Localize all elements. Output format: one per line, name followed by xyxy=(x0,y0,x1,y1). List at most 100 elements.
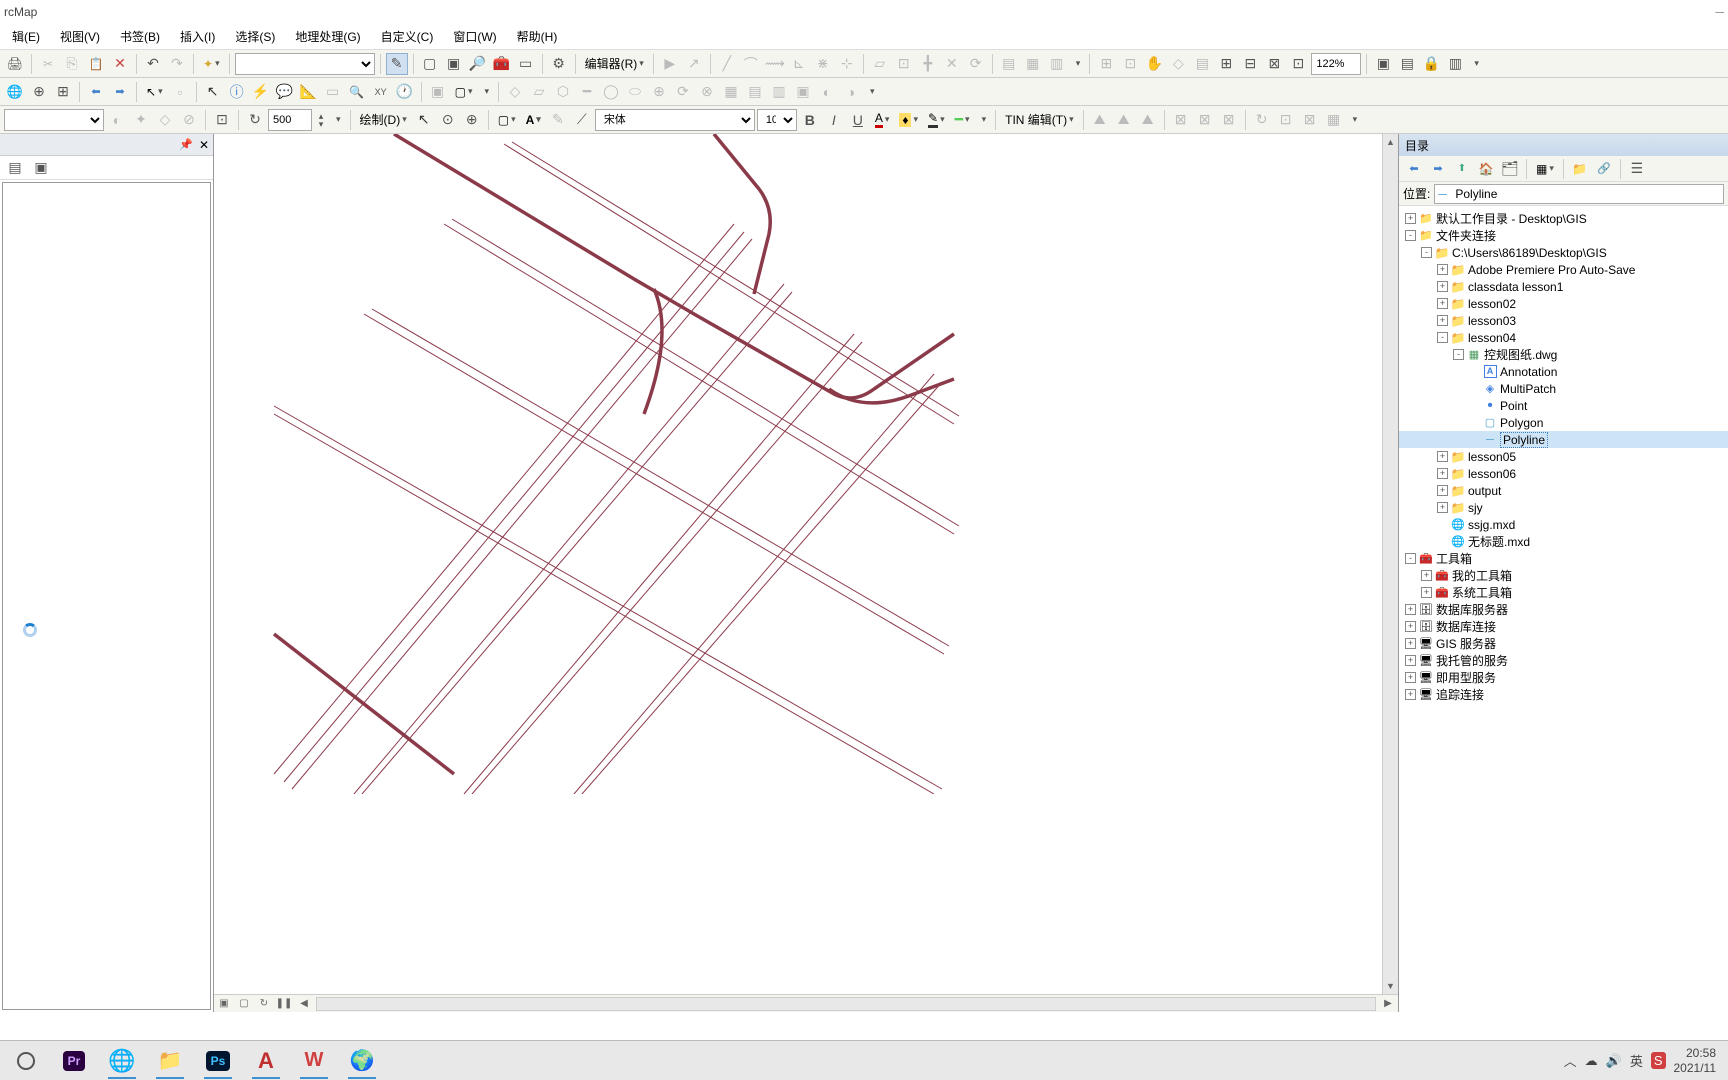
reshape[interactable]: ⟳ xyxy=(965,53,987,75)
select-draw[interactable] xyxy=(413,109,435,131)
marker-color[interactable]: ━ xyxy=(951,109,974,131)
topo12[interactable]: ▥ xyxy=(768,81,790,103)
vertical-scrollbar[interactable]: ▲ ▼ xyxy=(1382,134,1398,994)
tree-row[interactable]: +lesson03 xyxy=(1399,312,1728,329)
map-canvas[interactable] xyxy=(214,134,1382,994)
tree-toggle-icon[interactable]: - xyxy=(1405,230,1416,241)
line-color[interactable]: ✎ xyxy=(924,109,949,131)
tree-row[interactable]: +Adobe Premiere Pro Auto-Save xyxy=(1399,261,1728,278)
create-feat[interactable]: ▥ xyxy=(1046,53,1068,75)
cat-options[interactable] xyxy=(1626,158,1648,180)
editor-menu[interactable]: 编辑器(R) xyxy=(581,53,648,75)
toc-button[interactable] xyxy=(419,53,441,75)
find-route[interactable] xyxy=(346,81,368,103)
scroll-down-icon[interactable]: ▼ xyxy=(1383,978,1398,994)
tree-row[interactable]: +系统工具箱 xyxy=(1399,584,1728,601)
cat-fwd-button[interactable] xyxy=(1427,158,1449,180)
tree-toggle-icon[interactable]: + xyxy=(1421,587,1432,598)
arctoolbox-button[interactable]: 🧰 xyxy=(491,53,513,75)
tree-row[interactable]: Point xyxy=(1399,397,1728,414)
tree-row[interactable]: +lesson06 xyxy=(1399,465,1728,482)
autocad-button[interactable]: A xyxy=(244,1043,288,1079)
attr-button[interactable]: ▤ xyxy=(998,53,1020,75)
tree-toggle-icon[interactable]: + xyxy=(1405,213,1416,224)
underline-button[interactable]: U xyxy=(847,109,869,131)
tree-row[interactable]: +GIS 服务器 xyxy=(1399,635,1728,652)
zoom-to-button[interactable]: ⊡ xyxy=(211,109,233,131)
italic-button[interactable]: I xyxy=(823,109,845,131)
scale-spinner[interactable]: ▴▾ xyxy=(314,109,328,131)
tin3[interactable]: ⛰ xyxy=(1137,109,1159,131)
layout-tool4[interactable]: ▥ xyxy=(1444,53,1466,75)
more-edit-tools[interactable] xyxy=(1070,53,1085,75)
tree-row[interactable]: +默认工作目录 - Desktop\GIS xyxy=(1399,210,1728,227)
tree-toggle-icon[interactable]: + xyxy=(1437,315,1448,326)
more-text[interactable] xyxy=(976,109,991,131)
snap-grid2[interactable]: ⊟ xyxy=(1239,53,1261,75)
location-input[interactable] xyxy=(1434,184,1724,204)
tin10[interactable]: ▦ xyxy=(1323,109,1345,131)
scale-input[interactable] xyxy=(268,109,312,131)
topo8[interactable]: ⟳ xyxy=(672,81,694,103)
georef-tool1[interactable]: ⊞ xyxy=(1095,53,1117,75)
callout-draw[interactable]: ⟋ xyxy=(571,109,593,131)
text-draw[interactable]: A xyxy=(522,109,545,131)
explorer-button[interactable]: 📁 xyxy=(148,1043,192,1079)
photoshop-button[interactable]: Ps xyxy=(196,1043,240,1079)
edge-button[interactable]: 🌐 xyxy=(100,1043,144,1079)
fill-color[interactable]: ♦ xyxy=(895,109,922,131)
right-angle[interactable]: ⊾ xyxy=(788,53,810,75)
select-elements[interactable] xyxy=(202,81,224,103)
tree-toggle-icon[interactable]: + xyxy=(1405,672,1416,683)
tray-cloud-icon[interactable]: ☁ xyxy=(1585,1053,1598,1069)
fixed-zoom-in[interactable]: ⊕ xyxy=(28,81,50,103)
snap-grid3[interactable]: ⊠ xyxy=(1263,53,1285,75)
html-popup[interactable]: 💬 xyxy=(274,81,296,103)
cut-poly[interactable]: ✕ xyxy=(941,53,963,75)
effects-btn2[interactable]: ✦ xyxy=(130,109,152,131)
tree-row[interactable]: ssjg.mxd xyxy=(1399,516,1728,533)
layout-more[interactable] xyxy=(1468,53,1483,75)
font-combo[interactable]: 宋体 xyxy=(595,109,755,131)
scroll-right-icon[interactable]: ▶ xyxy=(1380,997,1396,1011)
cat-gdb-button[interactable]: 🗂 xyxy=(1499,158,1521,180)
paste-button[interactable] xyxy=(85,53,107,75)
cat-disconnect[interactable] xyxy=(1593,158,1615,180)
cat-view-button[interactable] xyxy=(1532,158,1558,180)
georef-tool5[interactable]: ▤ xyxy=(1191,53,1213,75)
trace-tool[interactable]: ⟿ xyxy=(764,53,786,75)
midpoint-tool[interactable]: ⋇ xyxy=(812,53,834,75)
minimize-button[interactable]: ─ xyxy=(1715,5,1724,19)
menu-select[interactable]: 选择(S) xyxy=(225,24,285,49)
menu-bookmark[interactable]: 书签(B) xyxy=(110,24,170,49)
tin1[interactable]: ⛰ xyxy=(1089,109,1111,131)
tree-toggle-icon[interactable]: + xyxy=(1437,298,1448,309)
create-viewer[interactable]: ▣ xyxy=(427,81,449,103)
measure-button[interactable]: 📐 xyxy=(298,81,320,103)
redo-button[interactable] xyxy=(166,53,188,75)
more-draw[interactable] xyxy=(330,109,345,131)
tin6[interactable]: ⊠ xyxy=(1218,109,1240,131)
tree-row[interactable]: +lesson05 xyxy=(1399,448,1728,465)
menu-geoprocessing[interactable]: 地理处理(G) xyxy=(285,24,370,49)
arcmap-taskbar-button[interactable]: 🌍 xyxy=(340,1043,384,1079)
topo6[interactable]: ⬭ xyxy=(624,81,646,103)
wps-button[interactable]: W xyxy=(292,1043,336,1079)
menu-insert[interactable]: 插入(I) xyxy=(170,24,225,49)
topo9[interactable]: ⊗ xyxy=(696,81,718,103)
effects-btn1[interactable]: ◐ xyxy=(106,109,128,131)
next-extent-button[interactable] xyxy=(109,81,131,103)
tree-row[interactable]: -C:\Users\86189\Desktop\GIS xyxy=(1399,244,1728,261)
layout-tool1[interactable]: ▣ xyxy=(1372,53,1394,75)
topo5[interactable]: ◯ xyxy=(600,81,622,103)
tree-row[interactable]: +我托管的服务 xyxy=(1399,652,1728,669)
identify-button[interactable] xyxy=(226,81,248,103)
editor-toolbar-button[interactable]: ✎ xyxy=(386,53,408,75)
menu-edit[interactable]: 辑(E) xyxy=(2,24,50,49)
scroll-left-icon[interactable]: ◀ xyxy=(296,997,312,1011)
python-button[interactable]: ▭ xyxy=(515,53,537,75)
cat-connect-folder[interactable] xyxy=(1569,158,1591,180)
sketch-tool1[interactable]: ▱ xyxy=(869,53,891,75)
tree-toggle-icon[interactable]: - xyxy=(1405,553,1416,564)
search-window-button[interactable]: 🔎 xyxy=(467,53,489,75)
